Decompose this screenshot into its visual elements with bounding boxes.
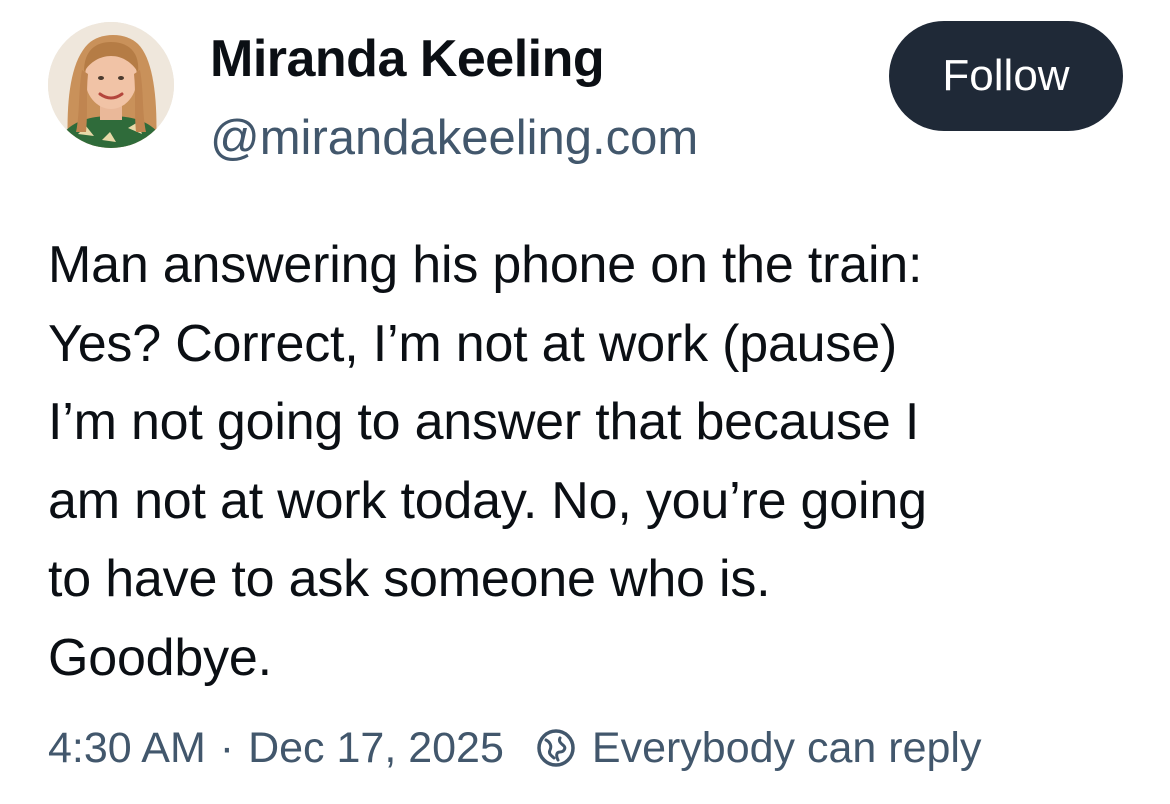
- post-meta: 4:30 AM · Dec 17, 2025 Everybody can rep…: [48, 718, 981, 778]
- post-text-line: Yes? Correct, I’m not at work (pause): [48, 314, 898, 373]
- post-text-line: I’m not going to answer that because I: [48, 393, 920, 451]
- avatar-image: [48, 22, 174, 148]
- reply-setting[interactable]: Everybody can reply: [534, 723, 982, 773]
- post-card: Miranda Keeling @mirandakeeling.com Foll…: [0, 0, 1170, 804]
- post-text-line: Man answering his phone on the train:: [48, 236, 923, 294]
- post-text-line: am not at work today. No, you’re going: [48, 471, 927, 530]
- post-text-line: Goodbye.: [48, 628, 272, 687]
- author-handle[interactable]: @mirandakeeling.com: [210, 110, 698, 166]
- author-display-name[interactable]: Miranda Keeling: [210, 30, 605, 90]
- globe-icon: [534, 726, 578, 770]
- follow-button[interactable]: Follow: [889, 21, 1123, 131]
- reply-setting-label: Everybody can reply: [591, 723, 982, 772]
- post-text: Man answering his phone on the train: Ye…: [48, 226, 1138, 697]
- post-text-line: to have to ask someone who is.: [48, 550, 771, 608]
- post-date[interactable]: Dec 17, 2025: [248, 724, 504, 773]
- meta-separator: ·: [219, 723, 235, 772]
- avatar[interactable]: [48, 22, 174, 148]
- post-time[interactable]: 4:30 AM: [48, 724, 206, 773]
